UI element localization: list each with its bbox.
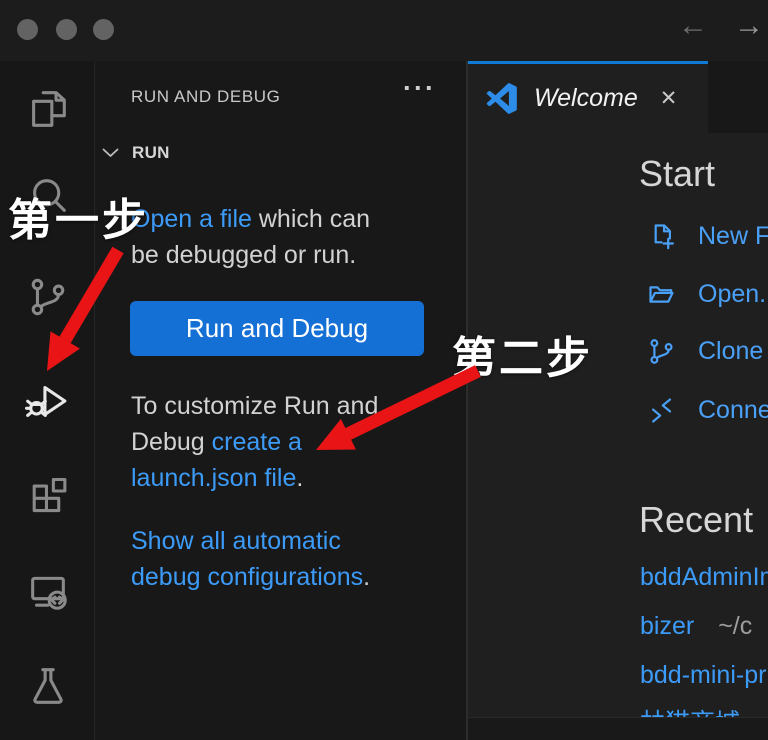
- vscode-window: ← →: [0, 0, 768, 740]
- recent-item-name: bizer: [640, 612, 694, 640]
- minimize-window-button[interactable]: [56, 19, 77, 40]
- tab-welcome[interactable]: Welcome ✕: [468, 61, 708, 133]
- recent-heading: Recent: [639, 499, 753, 541]
- recent-item[interactable]: bdd-mini-pr: [640, 661, 766, 690]
- chevron-down-icon: [102, 148, 119, 158]
- git-branch-icon: [646, 336, 677, 367]
- show-all-configs-link[interactable]: Show all automatic: [131, 527, 341, 555]
- start-item-label: New File...: [698, 222, 768, 251]
- extensions-squares-icon: [25, 473, 71, 519]
- navigate-forward-icon[interactable]: →: [734, 8, 764, 44]
- run-section-header[interactable]: RUN: [102, 143, 170, 163]
- remote-connect-icon: [646, 395, 677, 426]
- open-a-file-link[interactable]: Open a file: [131, 205, 252, 233]
- open-file-text-rest: which can: [252, 205, 370, 233]
- open-file-text: Open a file which can be debugged or run…: [131, 201, 370, 273]
- recent-item-name: 林猫商城: [640, 709, 740, 717]
- close-window-button[interactable]: [17, 19, 38, 40]
- run-and-debug-button[interactable]: Run and Debug: [130, 301, 424, 356]
- start-item-open[interactable]: Open...: [646, 279, 768, 310]
- tab-bar: Welcome ✕: [468, 61, 768, 133]
- vscode-logo-icon: [486, 83, 517, 114]
- recent-item-name: bddAdminIm: [640, 563, 768, 591]
- create-launch-json-link[interactable]: create a: [212, 428, 302, 456]
- magnifier-icon: [25, 173, 71, 219]
- zoom-window-button[interactable]: [93, 19, 114, 40]
- show-all-period: .: [363, 563, 370, 591]
- activity-bar: [0, 61, 95, 740]
- more-actions-button[interactable]: ···: [403, 73, 436, 104]
- create-launch-json-link-line2[interactable]: launch.json file: [131, 464, 296, 492]
- customize-line2-pre: Debug: [131, 428, 212, 456]
- customize-text: To customize Run and Debug create a laun…: [131, 388, 378, 496]
- recent-item[interactable]: bizer ~/c: [640, 612, 752, 641]
- recent-item-name: bdd-mini-pr: [640, 661, 766, 689]
- start-heading: Start: [639, 153, 715, 195]
- search-icon[interactable]: [24, 172, 71, 219]
- extensions-icon[interactable]: [24, 472, 71, 519]
- welcome-page: Start New File... Open...: [468, 133, 768, 717]
- customize-line1: To customize Run and: [131, 388, 378, 424]
- source-control-icon[interactable]: [24, 273, 71, 320]
- new-file-icon: [646, 221, 677, 252]
- close-tab-icon[interactable]: ✕: [660, 86, 678, 111]
- recent-item[interactable]: 林猫商城: [640, 703, 740, 717]
- titlebar: ← →: [0, 0, 768, 61]
- start-item-new-file[interactable]: New File...: [646, 221, 768, 252]
- editor-bottom-strip: [468, 717, 768, 740]
- explorer-icon[interactable]: [24, 85, 71, 132]
- start-item-label: Connect to...: [698, 396, 768, 425]
- start-item-label: Clone Git Repository...: [698, 337, 768, 366]
- start-item-connect[interactable]: Connect to...: [646, 395, 768, 426]
- editor-group: Welcome ✕ Start New File... Open...: [467, 61, 768, 740]
- show-all-text: Show all automatic debug configurations.: [131, 523, 370, 595]
- tab-title: Welcome: [534, 84, 638, 113]
- start-item-label: Open...: [698, 280, 768, 309]
- open-file-text-line2: be debugged or run.: [131, 237, 370, 273]
- open-folder-icon: [646, 279, 677, 310]
- git-branch-icon: [25, 274, 71, 320]
- run-and-debug-icon[interactable]: [24, 377, 71, 424]
- files-icon: [25, 86, 71, 132]
- show-all-configs-link-line2[interactable]: debug configurations: [131, 563, 363, 591]
- customize-period: .: [296, 464, 303, 492]
- sidebar-title: RUN AND DEBUG: [131, 87, 281, 107]
- run-debug-sidebar: RUN AND DEBUG ··· RUN Open a file which …: [95, 61, 467, 740]
- remote-explorer-icon[interactable]: [24, 567, 71, 614]
- recent-item[interactable]: bddAdminIm: [640, 563, 768, 592]
- monitor-remote-icon: [25, 568, 71, 614]
- run-section-label: RUN: [132, 143, 170, 163]
- testing-icon[interactable]: [24, 662, 71, 709]
- beaker-icon: [25, 663, 71, 709]
- recent-item-path: ~/c: [718, 612, 752, 640]
- debug-play-bug-icon: [25, 378, 71, 424]
- start-item-clone[interactable]: Clone Git Repository...: [646, 336, 768, 367]
- navigate-back-icon[interactable]: ←: [678, 8, 708, 44]
